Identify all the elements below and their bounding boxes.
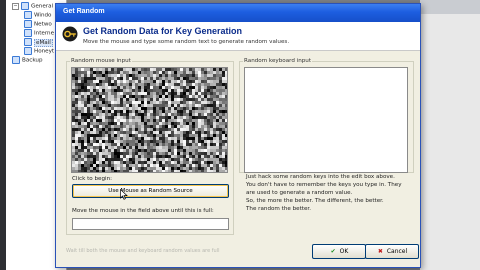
random-progress-bar	[72, 218, 229, 230]
dialog-titlebar[interactable]: Get Random	[56, 4, 420, 22]
dialog-title: Get Random	[63, 8, 105, 15]
instruction-line: Just hack some random keys into the edit…	[246, 174, 395, 180]
mail-icon	[24, 38, 32, 46]
click-to-begin-label: Click to begin:	[72, 176, 113, 182]
background-window-titlebar	[420, 0, 480, 14]
get-random-dialog: Get Random Get Random Data for Key Gener…	[55, 3, 421, 268]
header-subtitle: Move the mouse and type some random text…	[83, 39, 290, 45]
header-title: Get Random Data for Key Generation	[83, 26, 243, 36]
instruction-line: You don't have to remember the keys you …	[246, 182, 402, 188]
tree-item-email[interactable]: eMail	[24, 38, 53, 47]
honeypot-icon	[24, 47, 32, 55]
tree-item-network[interactable]: Netwo	[24, 20, 52, 29]
tree-item-honeypot[interactable]: Honeyt	[24, 47, 54, 56]
cancel-button[interactable]: ✖ Cancel	[365, 244, 419, 259]
network-icon	[24, 20, 32, 28]
tree-item-backup[interactable]: Backup	[12, 56, 43, 65]
windows-icon	[24, 11, 32, 19]
globe-icon	[24, 29, 32, 37]
keyboard-instructions: Just hack some random keys into the edit…	[246, 173, 416, 213]
ok-button[interactable]: ✔ OK	[312, 244, 366, 259]
random-noise-pattern	[72, 68, 227, 172]
random-mouse-field[interactable]	[71, 67, 228, 173]
footer-note: Wait till both the mouse and keyboard ra…	[66, 248, 220, 254]
mouse-group-label: Random mouse input	[70, 58, 132, 64]
check-icon: ✔	[330, 248, 336, 255]
keyboard-group-label: Random keyboard input	[243, 58, 313, 64]
mouse-cursor-icon	[120, 189, 128, 200]
folder-icon	[21, 2, 29, 10]
tree-item-internet[interactable]: Interne	[24, 29, 54, 38]
use-mouse-button[interactable]: Use Mouse as Random Source	[72, 184, 229, 198]
instruction-line: are used to generate a random value.	[246, 190, 353, 196]
background-window	[420, 0, 480, 270]
tree-item-general[interactable]: − General	[12, 2, 53, 11]
fill-instruction-label: Move the mouse in the field above until …	[72, 208, 214, 214]
backup-icon	[12, 56, 20, 64]
instruction-line: The random the better.	[246, 206, 311, 212]
random-keyboard-input[interactable]	[244, 67, 408, 173]
tree-item-windows[interactable]: Windo	[24, 11, 51, 20]
cross-icon: ✖	[377, 248, 383, 255]
key-icon	[62, 26, 78, 42]
collapse-icon[interactable]: −	[12, 2, 19, 10]
ok-label: OK	[339, 248, 349, 255]
cancel-label: Cancel	[386, 248, 408, 255]
instruction-line: So, the more the better. The different, …	[246, 198, 384, 204]
